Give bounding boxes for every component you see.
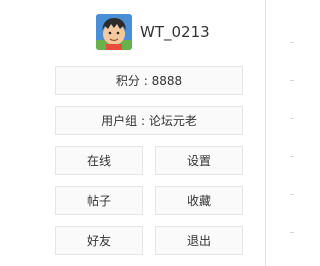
settings-button[interactable]: 设置: [155, 146, 243, 175]
online-button[interactable]: 在线: [55, 146, 143, 175]
divider-mark: [290, 42, 294, 43]
divider-mark: [290, 194, 294, 195]
user-group-label: 用户组 : 论坛元老: [101, 114, 197, 128]
logout-button[interactable]: 退出: [155, 226, 243, 255]
online-label: 在线: [86, 154, 111, 168]
points-label: 积分 : 8888: [115, 74, 183, 88]
posts-button[interactable]: 帖子: [55, 186, 143, 215]
avatar[interactable]: [96, 14, 132, 50]
divider-mark: [290, 156, 294, 157]
user-group-button[interactable]: 用户组 : 论坛元老: [55, 106, 243, 135]
friends-button[interactable]: 好友: [55, 226, 143, 255]
cartoon-boy-avatar-icon: [96, 14, 132, 50]
favorites-label: 收藏: [186, 194, 211, 208]
friends-label: 好友: [86, 234, 111, 248]
posts-label: 帖子: [86, 194, 111, 208]
user-dropdown-panel: WT_0213 积分 : 8888 用户组 : 论坛元老 在线 设置 帖子 收藏…: [0, 0, 266, 266]
divider-mark: [290, 232, 294, 233]
username: WT_0213: [140, 23, 210, 41]
favorites-button[interactable]: 收藏: [155, 186, 243, 215]
points-button[interactable]: 积分 : 8888: [55, 66, 243, 95]
divider-mark: [290, 118, 294, 119]
user-header: WT_0213: [96, 13, 210, 51]
settings-label: 设置: [186, 154, 211, 168]
divider-mark: [290, 80, 294, 81]
logout-label: 退出: [186, 234, 211, 248]
